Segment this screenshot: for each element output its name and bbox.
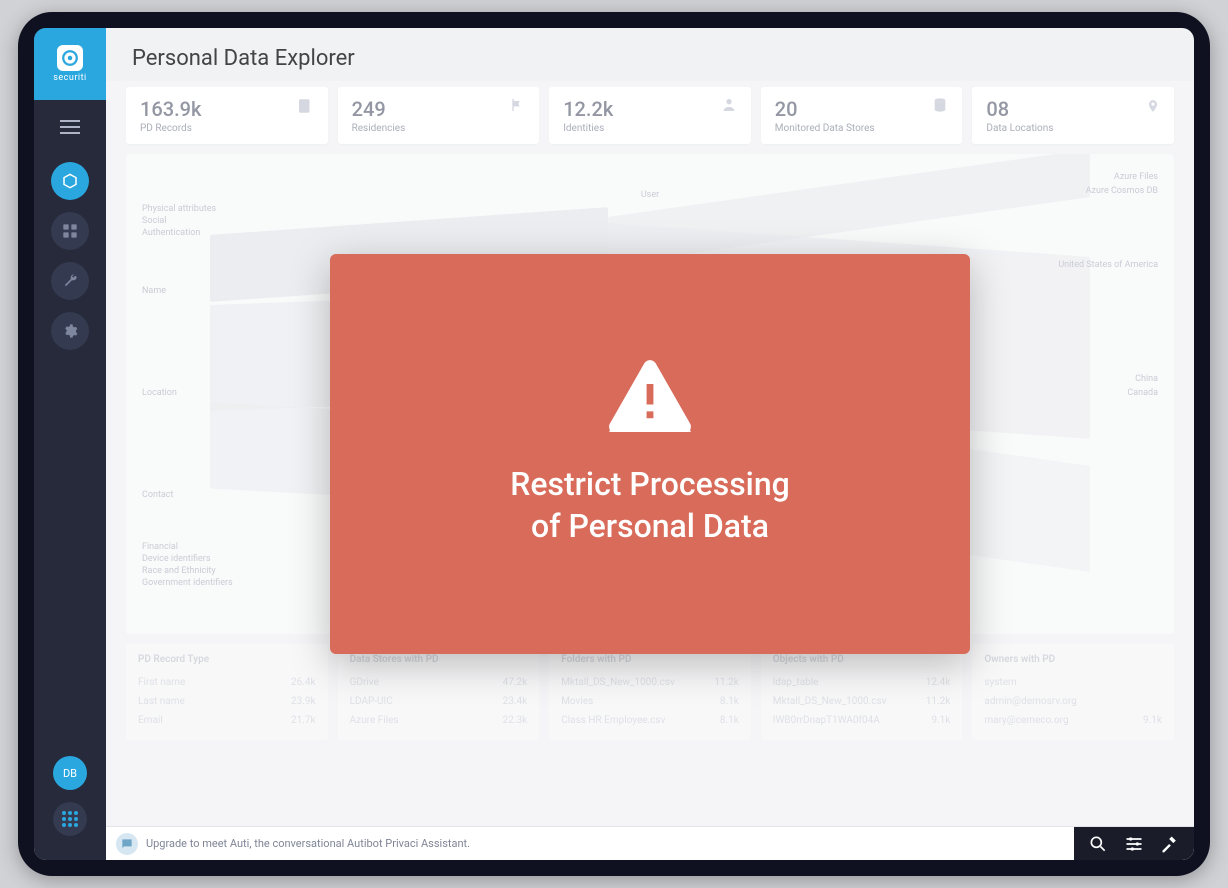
gear-icon	[62, 323, 78, 339]
records-icon	[296, 97, 314, 119]
metric-value: 12.2k	[563, 97, 613, 121]
table-data-stores[interactable]: Data Stores with PD GDrive47.2k LDAP-UIC…	[338, 644, 540, 740]
warning-icon	[609, 360, 691, 436]
column-header: PD Record Type	[138, 654, 316, 665]
table-row: system	[984, 673, 1162, 692]
metric-card-residencies[interactable]: 249 Residencies	[338, 87, 540, 144]
metric-label: Residencies	[352, 123, 406, 134]
table-row: Azure Files22.3k	[350, 711, 528, 730]
modal-title: Restrict Processing of Personal Data	[510, 464, 790, 547]
wrench-icon	[62, 273, 78, 289]
bottom-bar: Upgrade to meet Auti, the conversational…	[106, 826, 1194, 860]
page-title: Personal Data Explorer	[106, 28, 1194, 81]
table-row: Mktall_DS_New_1000.csv11.2k	[561, 673, 739, 692]
column-header: Folders with PD	[561, 654, 739, 665]
table-folders[interactable]: Folders with PD Mktall_DS_New_1000.csv11…	[549, 644, 751, 740]
sidebar-item-settings[interactable]	[51, 312, 89, 350]
sliders-icon[interactable]	[1124, 834, 1144, 854]
table-owners[interactable]: Owners with PD system admin@demosrv.org …	[972, 644, 1174, 740]
person-icon	[721, 97, 737, 117]
sidebar-nav	[51, 162, 89, 350]
app-screen: securiti	[34, 28, 1194, 860]
table-row: Movies8.1k	[561, 692, 739, 711]
sankey-left-labels: Physical attributes Social Authenticatio…	[142, 204, 233, 590]
sidebar-item-dashboard[interactable]	[51, 212, 89, 250]
database-icon	[932, 97, 948, 117]
user-avatar[interactable]: DB	[53, 756, 87, 790]
metric-value: 163.9k	[140, 97, 201, 121]
hamburger-menu-icon[interactable]	[59, 118, 81, 136]
bottom-toolbar	[1074, 827, 1194, 861]
cube-icon	[61, 172, 79, 190]
table-row: Last name23.9k	[138, 692, 316, 711]
map-pin-icon	[1146, 97, 1160, 119]
table-row: ldap_table12.4k	[773, 673, 951, 692]
column-header: Data Stores with PD	[350, 654, 528, 665]
brand-logo-icon	[57, 45, 83, 71]
table-objects[interactable]: Objects with PD ldap_table12.4k Mktall_D…	[761, 644, 963, 740]
metric-card-locations[interactable]: 08 Data Locations	[972, 87, 1174, 144]
sankey-mid-label: User	[641, 190, 659, 200]
metric-card-data-stores[interactable]: 20 Monitored Data Stores	[761, 87, 963, 144]
metric-label: Identities	[563, 123, 613, 134]
bottom-tables: PD Record Type First name26.4k Last name…	[126, 644, 1174, 740]
brand-name: securiti	[53, 73, 86, 83]
table-row: GDrive47.2k	[350, 673, 528, 692]
metric-label: Monitored Data Stores	[775, 123, 875, 134]
table-row: First name26.4k	[138, 673, 316, 692]
app-body: securiti	[34, 28, 1194, 860]
metric-label: Data Locations	[986, 123, 1053, 134]
assistant-upgrade-message: Upgrade to meet Auti, the conversational…	[146, 837, 1074, 850]
metrics-row: 163.9k PD Records 249 Residencies	[126, 87, 1174, 144]
main: Personal Data Explorer 163.9k PD Records	[106, 28, 1194, 860]
column-header: Owners with PD	[984, 654, 1162, 665]
hammer-icon[interactable]	[1160, 834, 1180, 854]
metric-card-identities[interactable]: 12.2k Identities	[549, 87, 751, 144]
table-row: Email21.7k	[138, 711, 316, 730]
table-row: IWB0rrDnapT1WA0f04A9.1k	[773, 711, 951, 730]
metric-label: PD Records	[140, 123, 201, 134]
metric-value: 08	[986, 97, 1053, 121]
table-row: Class HR Employee.csv8.1k	[561, 711, 739, 730]
restrict-processing-modal[interactable]: Restrict Processing of Personal Data	[330, 254, 970, 654]
apps-grid-icon[interactable]	[53, 802, 87, 836]
table-row: admin@demosrv.org	[984, 692, 1162, 711]
flag-icon	[509, 97, 525, 117]
sidebar: securiti	[34, 28, 106, 860]
tablet-frame: securiti	[18, 12, 1210, 876]
sidebar-bottom: DB	[53, 756, 87, 836]
metric-value: 20	[775, 97, 875, 121]
search-icon[interactable]	[1088, 834, 1108, 854]
table-row: LDAP-UIC23.4k	[350, 692, 528, 711]
table-pd-record-type[interactable]: PD Record Type First name26.4k Last name…	[126, 644, 328, 740]
metric-card-pd-records[interactable]: 163.9k PD Records	[126, 87, 328, 144]
sidebar-item-tools[interactable]	[51, 262, 89, 300]
column-header: Objects with PD	[773, 654, 951, 665]
brand-block[interactable]: securiti	[34, 28, 106, 100]
sidebar-item-explorer[interactable]	[51, 162, 89, 200]
metric-value: 249	[352, 97, 406, 121]
chat-bubble-icon[interactable]	[116, 833, 138, 855]
table-row: Mktall_DS_New_1000.csv11.2k	[773, 692, 951, 711]
grid-icon	[62, 223, 78, 239]
sankey-right-labels: Azure Files Azure Cosmos DB United State…	[1058, 172, 1158, 398]
content-area: 163.9k PD Records 249 Residencies	[106, 81, 1194, 826]
table-row: mary@cemeco.org9.1k	[984, 711, 1162, 730]
